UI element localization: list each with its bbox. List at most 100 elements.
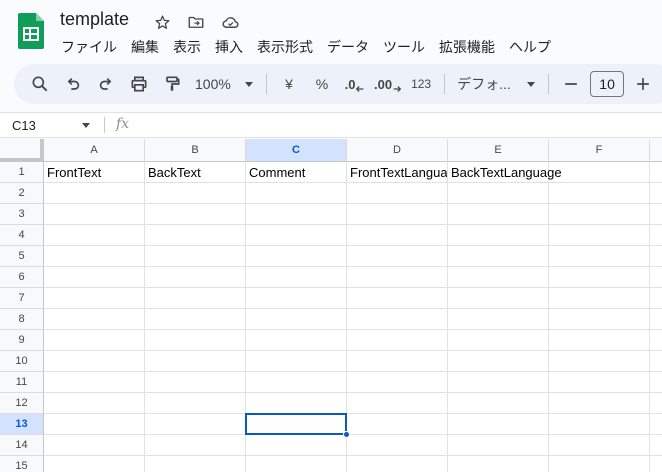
- cell[interactable]: [347, 435, 448, 456]
- cell[interactable]: [347, 309, 448, 330]
- cell[interactable]: [448, 183, 549, 204]
- column-header-next[interactable]: [650, 139, 662, 162]
- cell[interactable]: [145, 246, 246, 267]
- cell[interactable]: [650, 435, 662, 456]
- cell[interactable]: [347, 183, 448, 204]
- cell[interactable]: [44, 267, 145, 288]
- column-header-e[interactable]: E: [448, 139, 549, 162]
- cell[interactable]: [650, 267, 662, 288]
- column-header-b[interactable]: B: [145, 139, 246, 162]
- cell[interactable]: [650, 246, 662, 267]
- cell[interactable]: [650, 330, 662, 351]
- cell[interactable]: [549, 330, 650, 351]
- cell[interactable]: [448, 435, 549, 456]
- cell[interactable]: [549, 309, 650, 330]
- menu-edit[interactable]: 編集: [124, 35, 166, 59]
- increase-font-size-button[interactable]: [629, 70, 657, 98]
- paint-format-button[interactable]: [158, 70, 186, 98]
- cell[interactable]: [246, 330, 347, 351]
- menu-format[interactable]: 表示形式: [250, 35, 320, 59]
- cell[interactable]: [246, 456, 347, 472]
- percent-format-button[interactable]: %: [308, 70, 336, 98]
- cell[interactable]: [246, 372, 347, 393]
- cell[interactable]: [650, 414, 662, 435]
- cell[interactable]: [246, 225, 347, 246]
- row-header-7[interactable]: 7: [0, 288, 44, 309]
- row-header-3[interactable]: 3: [0, 204, 44, 225]
- row-header-8[interactable]: 8: [0, 309, 44, 330]
- zoom-select[interactable]: 100%: [191, 70, 257, 98]
- cell[interactable]: [549, 204, 650, 225]
- cell[interactable]: FrontText: [44, 162, 145, 183]
- column-header-d[interactable]: D: [347, 139, 448, 162]
- sheets-logo-icon[interactable]: [18, 13, 44, 49]
- cell[interactable]: [448, 267, 549, 288]
- name-box[interactable]: C13: [0, 113, 100, 137]
- cell[interactable]: [549, 225, 650, 246]
- search-menus-button[interactable]: [26, 70, 54, 98]
- menu-file[interactable]: ファイル: [54, 35, 124, 59]
- cell[interactable]: [650, 225, 662, 246]
- cell[interactable]: [246, 435, 347, 456]
- cell[interactable]: [650, 351, 662, 372]
- menu-extensions[interactable]: 拡張機能: [432, 35, 502, 59]
- cell[interactable]: [650, 288, 662, 309]
- cell[interactable]: [44, 246, 145, 267]
- row-header-9[interactable]: 9: [0, 330, 44, 351]
- fill-handle[interactable]: [343, 431, 350, 438]
- spreadsheet-grid[interactable]: A B C D E F 1 FrontText BackText Comment FrontText…: [0, 139, 662, 472]
- row-header-14[interactable]: 14: [0, 435, 44, 456]
- increase-decimal-button[interactable]: .00: [374, 70, 402, 98]
- cell[interactable]: [549, 456, 650, 472]
- cell[interactable]: [44, 393, 145, 414]
- cell[interactable]: [347, 414, 448, 435]
- cell[interactable]: [246, 309, 347, 330]
- cell[interactable]: BackText: [145, 162, 246, 183]
- select-all-corner[interactable]: [0, 139, 44, 162]
- cell[interactable]: [448, 330, 549, 351]
- cell[interactable]: [549, 393, 650, 414]
- cell[interactable]: [347, 393, 448, 414]
- row-header-15[interactable]: 15: [0, 456, 44, 472]
- cell[interactable]: [549, 267, 650, 288]
- menu-data[interactable]: データ: [320, 35, 376, 59]
- row-header-1[interactable]: 1: [0, 162, 44, 183]
- cloud-status-icon[interactable]: [218, 11, 242, 33]
- formula-input[interactable]: [140, 113, 660, 137]
- cell[interactable]: [549, 246, 650, 267]
- cell[interactable]: [145, 288, 246, 309]
- cell[interactable]: [347, 267, 448, 288]
- more-formats-button[interactable]: 123: [407, 70, 435, 98]
- row-header-6[interactable]: 6: [0, 267, 44, 288]
- menu-insert[interactable]: 挿入: [208, 35, 250, 59]
- cell[interactable]: [145, 393, 246, 414]
- cell[interactable]: Comment: [246, 162, 347, 183]
- cell[interactable]: [549, 435, 650, 456]
- document-title[interactable]: template: [60, 9, 129, 30]
- cell[interactable]: [44, 309, 145, 330]
- column-header-f[interactable]: F: [549, 139, 650, 162]
- cell[interactable]: [246, 183, 347, 204]
- cell[interactable]: [246, 288, 347, 309]
- row-header-10[interactable]: 10: [0, 351, 44, 372]
- cell[interactable]: [448, 393, 549, 414]
- row-header-2[interactable]: 2: [0, 183, 44, 204]
- font-size-input[interactable]: 10: [590, 71, 625, 97]
- cell[interactable]: [650, 309, 662, 330]
- row-header-5[interactable]: 5: [0, 246, 44, 267]
- cell[interactable]: [347, 246, 448, 267]
- cell[interactable]: [347, 225, 448, 246]
- cell[interactable]: [246, 267, 347, 288]
- cell[interactable]: [246, 393, 347, 414]
- cell[interactable]: [44, 183, 145, 204]
- cell[interactable]: [448, 246, 549, 267]
- cell[interactable]: [44, 351, 145, 372]
- row-header-11[interactable]: 11: [0, 372, 44, 393]
- move-folder-icon[interactable]: [184, 11, 208, 33]
- row-header-4[interactable]: 4: [0, 225, 44, 246]
- cell[interactable]: [448, 372, 549, 393]
- cell[interactable]: [448, 351, 549, 372]
- row-header-12[interactable]: 12: [0, 393, 44, 414]
- cell[interactable]: [347, 288, 448, 309]
- menu-tools[interactable]: ツール: [376, 35, 432, 59]
